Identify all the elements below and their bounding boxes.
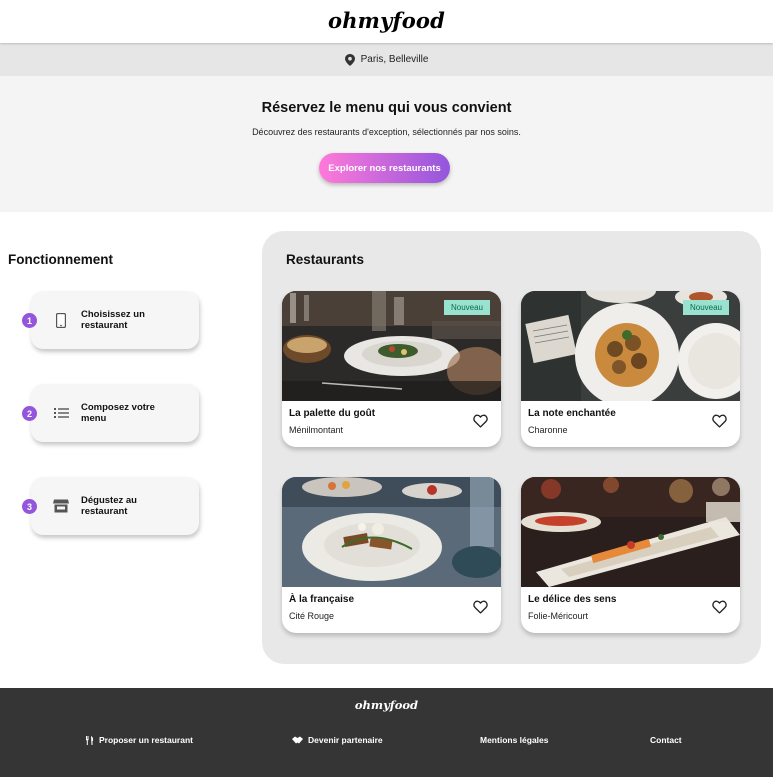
step-card[interactable]: Dégustez au restaurant <box>31 477 199 535</box>
step-label: Composez votre menu <box>81 402 155 424</box>
step-label: Dégustez au restaurant <box>81 495 137 517</box>
restaurant-card[interactable]: Nouveau La note enchantée Charonne <box>521 291 740 447</box>
restaurant-location: Charonne <box>528 425 568 435</box>
footer-link-label: Contact <box>650 735 682 745</box>
restaurant-location: Folie-Méricourt <box>528 611 589 621</box>
footer-link-propose-restaurant[interactable]: Proposer un restaurant <box>86 735 193 745</box>
hero-section: Réservez le menu qui vous convient Décou… <box>0 76 773 212</box>
handshake-icon <box>292 736 303 744</box>
footer-logo[interactable]: ohmyfood <box>0 698 773 712</box>
step-card[interactable]: Composez votre menu <box>31 384 199 442</box>
footer-link-contact[interactable]: Contact <box>650 735 682 745</box>
hero-title: Réservez le menu qui vous convient <box>261 100 512 116</box>
restaurant-name: La palette du goût <box>289 408 376 419</box>
location-text: Paris, Belleville <box>360 54 429 65</box>
fonctionnement-title: Fonctionnement <box>8 252 113 267</box>
restaurant-photo: Nouveau <box>521 291 740 401</box>
step-3: Dégustez au restaurant 3 <box>22 477 202 537</box>
restaurants-title: Restaurants <box>286 252 365 267</box>
store-icon <box>53 498 69 514</box>
footer-link-label: Mentions légales <box>480 735 549 745</box>
site-logo[interactable]: ohmyfood <box>0 8 773 33</box>
heart-icon[interactable] <box>712 414 727 428</box>
heart-icon[interactable] <box>712 600 727 614</box>
mobile-phone-icon <box>53 312 69 328</box>
new-badge: Nouveau <box>443 300 490 315</box>
location-bar: Paris, Belleville <box>0 43 773 76</box>
restaurant-photo <box>521 477 740 587</box>
utensils-icon <box>86 735 94 745</box>
restaurant-photo: Nouveau <box>282 291 501 401</box>
restaurant-name: À la française <box>289 594 355 605</box>
restaurant-card[interactable]: À la française Cité Rouge <box>282 477 501 633</box>
footer-link-become-partner[interactable]: Devenir partenaire <box>292 735 383 745</box>
step-number-badge: 2 <box>22 406 37 421</box>
restaurant-location: Ménilmontant <box>289 425 344 435</box>
heart-icon[interactable] <box>473 414 488 428</box>
footer-link-legal-notice[interactable]: Mentions légales <box>480 735 549 745</box>
location-pin-icon <box>344 53 355 66</box>
site-footer: ohmyfood Proposer un restaurant Devenir … <box>0 688 773 777</box>
step-label: Choisissez un restaurant <box>81 309 145 331</box>
restaurant-card[interactable]: Le délice des sens Folie-Méricourt <box>521 477 740 633</box>
footer-link-label: Proposer un restaurant <box>99 735 193 745</box>
step-number-badge: 3 <box>22 499 37 514</box>
restaurant-name: Le délice des sens <box>528 594 617 605</box>
restaurants-panel: Restaurants Nouveau La palette du goût M… <box>262 231 761 664</box>
restaurant-location: Cité Rouge <box>289 611 335 621</box>
explore-restaurants-button[interactable]: Explorer nos restaurants <box>319 153 450 183</box>
list-icon <box>53 405 69 421</box>
step-number-badge: 1 <box>22 313 37 328</box>
step-2: Composez votre menu 2 <box>22 384 202 444</box>
hero-subtitle: Découvrez des restaurants d'exception, s… <box>252 127 521 137</box>
step-card[interactable]: Choisissez un restaurant <box>31 291 199 349</box>
restaurant-photo <box>282 477 501 587</box>
footer-link-label: Devenir partenaire <box>308 735 383 745</box>
heart-icon[interactable] <box>473 600 488 614</box>
footer-links: Proposer un restaurant Devenir partenair… <box>0 735 773 749</box>
new-badge: Nouveau <box>682 300 729 315</box>
restaurant-card[interactable]: Nouveau La palette du goût Ménilmontant <box>282 291 501 447</box>
step-1: Choisissez un restaurant 1 <box>22 291 202 351</box>
restaurant-name: La note enchantée <box>528 408 616 419</box>
site-header: ohmyfood <box>0 0 773 43</box>
